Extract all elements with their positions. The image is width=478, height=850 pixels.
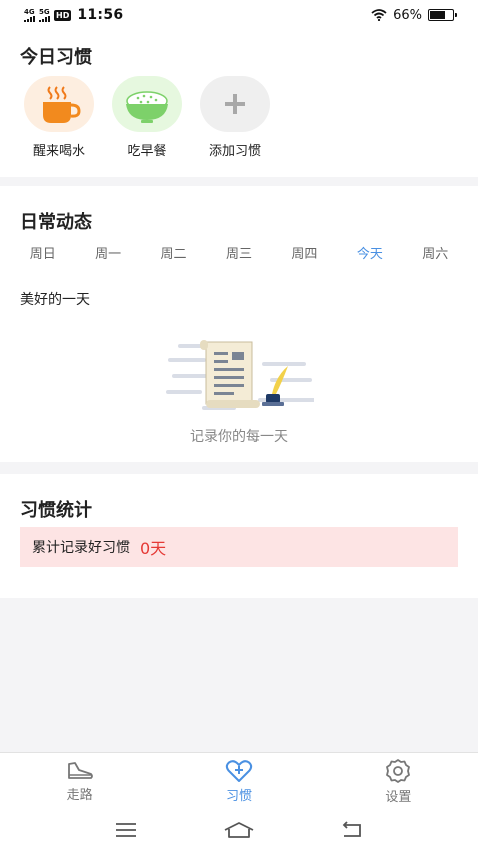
battery-icon xyxy=(428,9,457,21)
home-icon xyxy=(224,822,254,838)
shoe-icon xyxy=(67,762,93,779)
bottom-tab-bar: 走路 习惯 设置 xyxy=(0,752,478,810)
empty-state: 记录你的每一天 xyxy=(0,336,478,446)
system-nav-bar xyxy=(0,810,478,850)
weekday-wednesday[interactable]: 周三 xyxy=(226,243,252,262)
habit-wake-water[interactable]: 醒来喝水 xyxy=(24,76,94,159)
back-icon xyxy=(342,821,361,837)
tab-label: 走路 xyxy=(66,788,93,803)
network-type-2: 5G xyxy=(39,7,50,16)
home-nav-button[interactable] xyxy=(219,815,259,845)
signal-4g-icon: 4G xyxy=(24,7,35,22)
habit-icon-circle xyxy=(112,76,182,132)
menu-icon xyxy=(116,823,137,837)
heart-plus-icon xyxy=(225,760,253,782)
tab-habits[interactable]: 习惯 xyxy=(159,753,318,810)
stats-summary: 累计记录好习惯 0天 xyxy=(20,527,458,567)
daily-dynamics-card: 日常动态 周日 周一 周二 周三 周四 今天 周六 美好的一天 记录你的每一天 xyxy=(0,186,478,462)
weekday-sunday[interactable]: 周日 xyxy=(30,243,56,262)
habit-label: 吃早餐 xyxy=(127,144,167,159)
wifi-icon xyxy=(371,9,387,21)
battery-percent: 66% xyxy=(393,7,422,23)
gear-icon xyxy=(386,759,411,783)
menu-nav-button[interactable] xyxy=(106,815,146,845)
network-type-1: 4G xyxy=(24,7,35,16)
habit-stats-title: 习惯统计 xyxy=(20,500,92,521)
empty-state-text: 记录你的每一天 xyxy=(190,429,288,445)
status-bar: 4G 5G HD 11:56 66% xyxy=(0,0,478,30)
stats-label: 累计记录好习惯 xyxy=(32,540,130,556)
weekday-saturday[interactable]: 周六 xyxy=(422,243,448,262)
rice-bowl-icon xyxy=(126,91,168,123)
weekday-monday[interactable]: 周一 xyxy=(95,243,121,262)
weekday-selector: 周日 周一 周二 周三 周四 今天 周六 xyxy=(0,243,478,262)
hd-voice-icon: HD xyxy=(54,9,72,21)
tab-walk[interactable]: 走路 xyxy=(0,753,159,810)
add-habit-button[interactable]: 添加习惯 xyxy=(200,76,270,159)
today-habits-title: 今日习惯 xyxy=(20,47,92,68)
weekday-today[interactable]: 今天 xyxy=(357,243,383,262)
back-nav-button[interactable] xyxy=(332,815,372,845)
tab-settings[interactable]: 设置 xyxy=(319,753,478,810)
weekday-tuesday[interactable]: 周二 xyxy=(161,243,187,262)
habit-label: 醒来喝水 xyxy=(32,144,85,159)
scroll-quill-icon xyxy=(166,340,314,410)
daily-dynamics-title: 日常动态 xyxy=(20,212,92,233)
coffee-cup-icon xyxy=(43,86,81,123)
status-time: 11:56 xyxy=(77,7,124,23)
weekday-thursday[interactable]: 周四 xyxy=(291,243,317,262)
today-habits-card: 今日习惯 醒来喝水 吃早餐 添加习惯 xyxy=(0,30,478,177)
signal-5g-icon: 5G xyxy=(39,7,50,22)
plus-icon xyxy=(225,94,245,114)
day-subtitle: 美好的一天 xyxy=(20,292,90,308)
habit-icon-circle xyxy=(200,76,270,132)
tab-label: 习惯 xyxy=(225,789,252,804)
habit-icon-circle xyxy=(24,76,94,132)
habit-label: 添加习惯 xyxy=(208,144,261,159)
tab-label: 设置 xyxy=(385,790,412,805)
habit-breakfast[interactable]: 吃早餐 xyxy=(112,76,182,159)
habit-stats-card: 习惯统计 累计记录好习惯 0天 xyxy=(0,474,478,598)
stats-value: 0天 xyxy=(140,539,167,558)
